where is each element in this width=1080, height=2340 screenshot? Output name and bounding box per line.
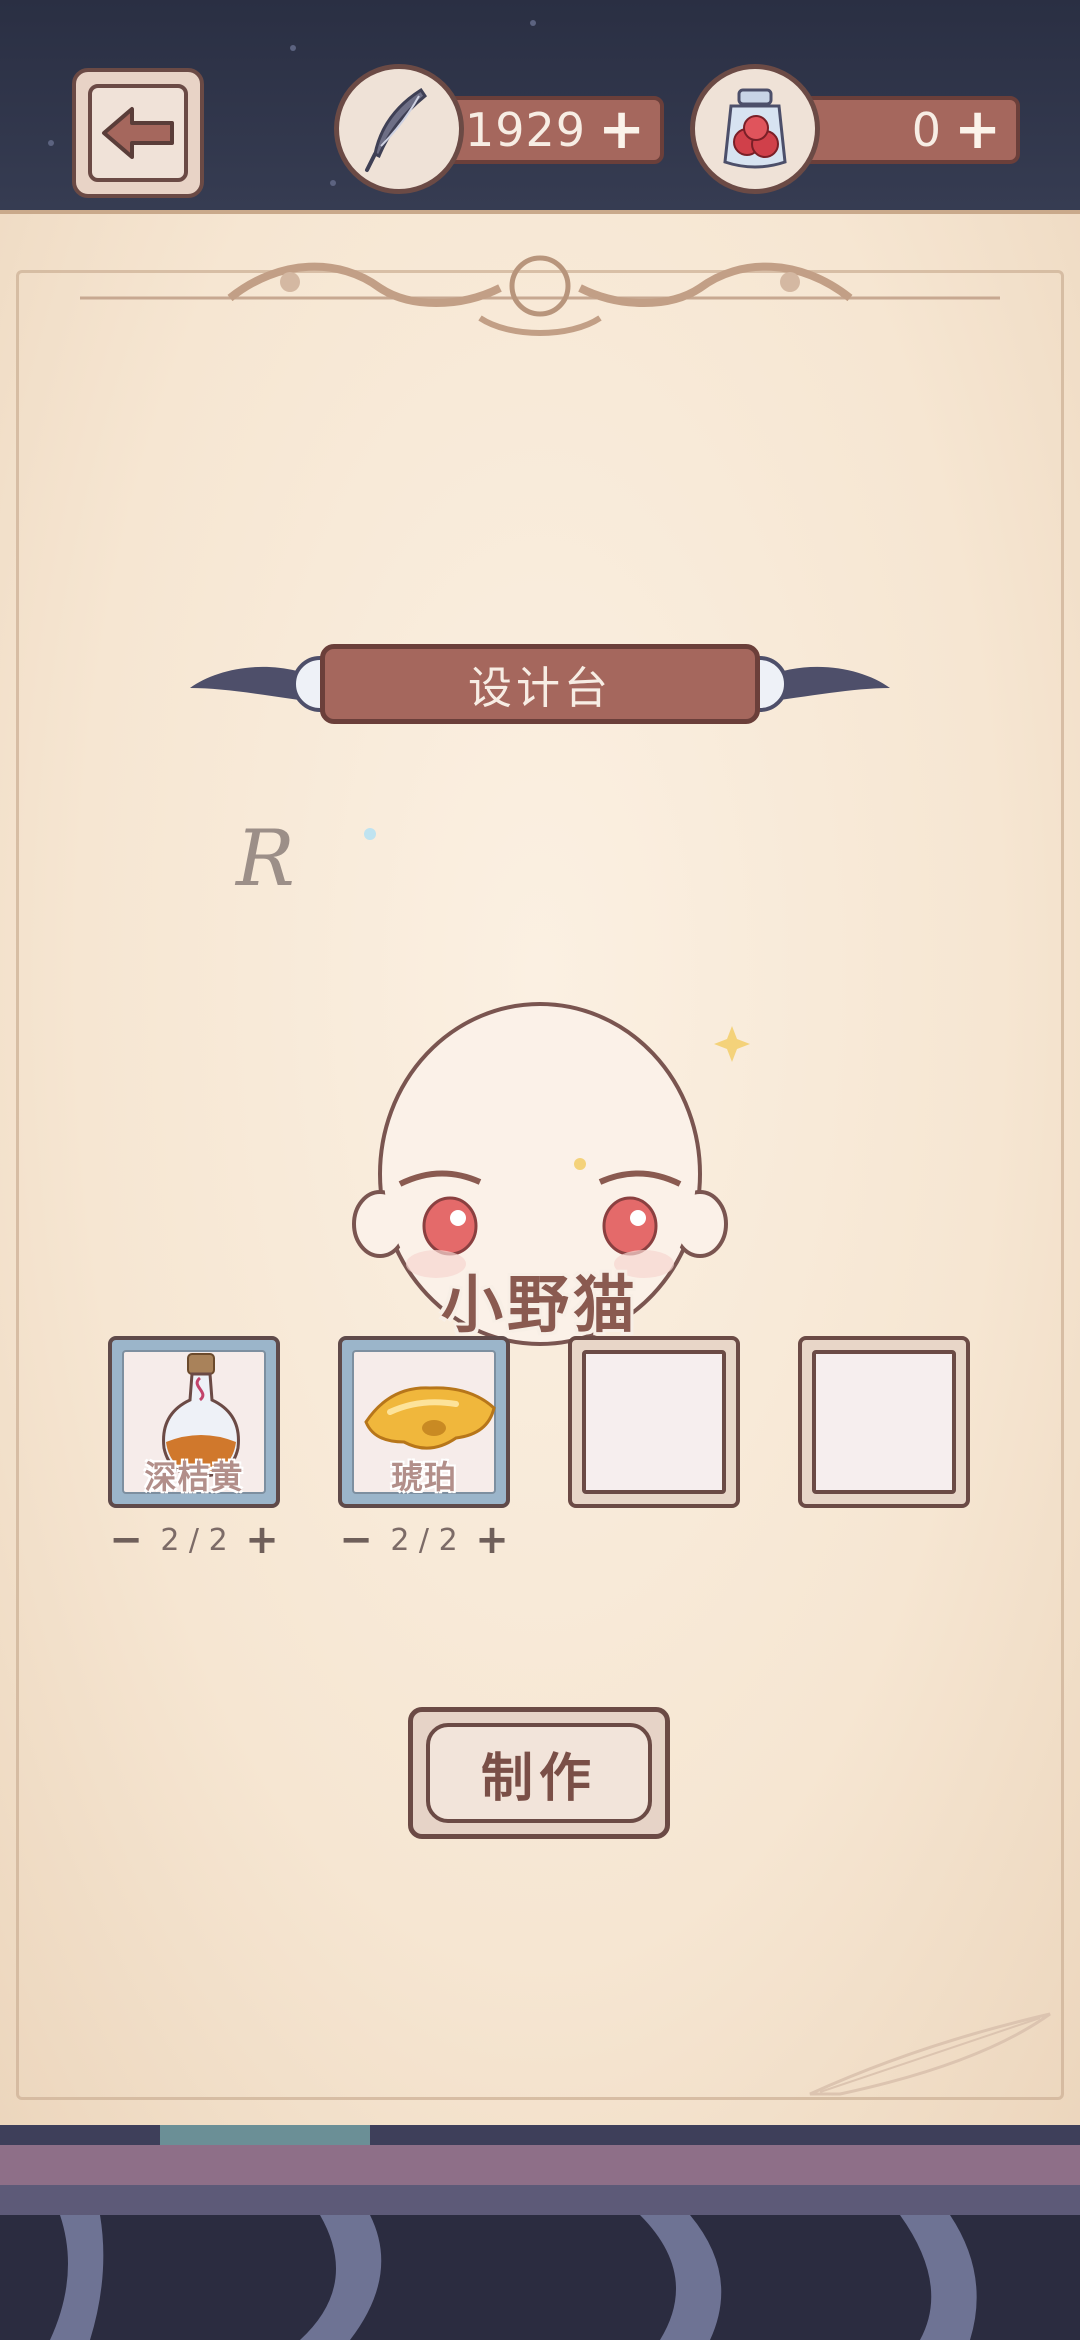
back-button[interactable] [72,68,204,198]
material-name-1: 深桔黄 [144,1458,244,1496]
decrease-material-1-button[interactable]: − [108,1520,144,1560]
quill-currency-icon-frame [334,64,464,194]
material-slots: 深桔黄 − 2 / 2 + 琥珀 − 2 / 2 + [0,1336,1080,1566]
amber-stone-icon [364,1386,496,1450]
sparkle-icon [364,828,376,840]
make-button-label: 制作 [480,1748,597,1809]
sparkle-icon [574,1158,586,1170]
add-berry-button[interactable]: + [954,102,1002,158]
material-slot-4[interactable] [798,1336,970,1508]
root-decoration [0,2215,1080,2340]
item-name: 小野猫 [440,1268,639,1341]
berry-currency-icon-frame [690,64,820,194]
berry-currency: 0 + [690,64,1020,194]
material-name-2: 琥珀 [390,1458,457,1496]
title-banner: 设计台 [190,626,890,736]
shelf-band [0,2145,1080,2185]
top-bar: 1929 + 0 + [0,0,1080,210]
star-decoration [530,20,536,26]
design-panel: 设计台 R 小野猫 深桔黄 − 2 / 2 + 琥珀 − 2 / 2 + 制作 [0,210,1080,2129]
material-count-1: 2 / 2 [160,1522,228,1558]
make-button[interactable]: 制作 [408,1707,670,1839]
berry-currency-value: 0 [911,103,943,157]
panel-title-plate: 设计台 [320,644,760,724]
top-ornament [80,255,1000,336]
increase-material-2-button[interactable]: + [474,1520,510,1560]
add-quill-button[interactable]: + [598,102,646,158]
material-count-2: 2 / 2 [390,1522,458,1558]
bottom-shelf [0,2125,1080,2340]
star-decoration [290,45,296,51]
material-stepper-2: − 2 / 2 + [338,1520,510,1560]
feather-quill-icon [365,87,428,172]
quill-currency: 1929 + [334,64,664,194]
empty-slot [582,1350,726,1494]
berry-jar-icon [723,88,787,169]
shelf-band [0,2185,1080,2215]
increase-material-1-button[interactable]: + [244,1520,280,1560]
material-slot-1[interactable]: 深桔黄 [108,1336,280,1508]
sparkle-icon [714,1026,750,1062]
material-stepper-1: − 2 / 2 + [108,1520,280,1560]
decrease-material-2-button[interactable]: − [338,1520,374,1560]
rarity-badge: R [236,814,295,904]
star-decoration [48,140,54,146]
material-slot-3[interactable] [568,1336,740,1508]
quill-currency-value: 1929 [465,103,587,157]
empty-slot [812,1350,956,1494]
material-slot-2[interactable]: 琥珀 [338,1336,510,1508]
left-arrow-icon [102,107,174,159]
panel-title: 设计台 [468,663,612,714]
feather-decoration [809,2012,1051,2096]
